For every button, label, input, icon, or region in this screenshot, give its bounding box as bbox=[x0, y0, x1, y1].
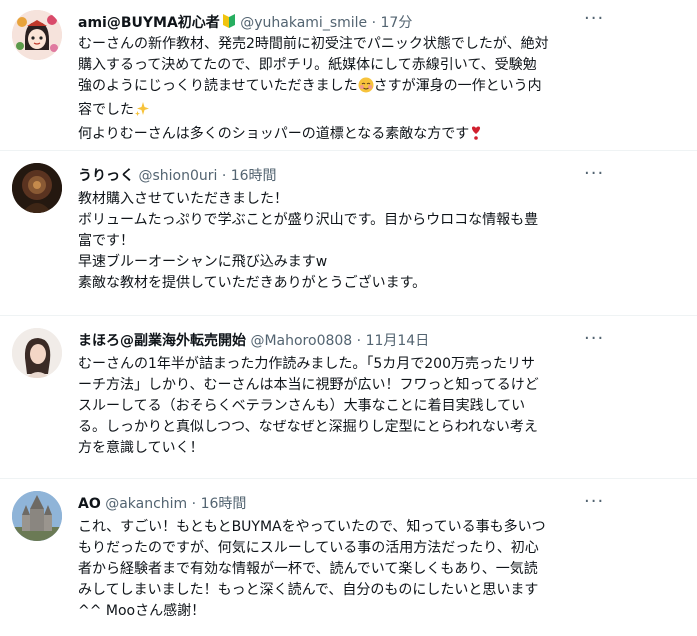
tweet-1[interactable]: ami@BUYMA初心者 @yuhakami_smile · 17分 ··· む… bbox=[0, 0, 697, 150]
tweet-line: 教材購入させていただきました！ bbox=[78, 191, 288, 207]
timestamp[interactable]: 11月14日 bbox=[366, 333, 430, 349]
tweet-line: 何よりむーさんは多くのショッパーの道標となる素敵な方です bbox=[78, 124, 678, 148]
tweet-header: AO @akanchim · 16時間 bbox=[78, 493, 246, 513]
tweet-line: むーさんの1年半が詰まった力作読みました。「5カ月で200万売ったリサ bbox=[78, 356, 535, 372]
tweet-line: 容でした bbox=[78, 100, 678, 124]
tweet-line: ^^ Mooさん感謝！ bbox=[78, 603, 206, 619]
tweet-line: ボリュームたっぷりで学ぶことが盛り沢山です。目からウロコな情報も豊 bbox=[78, 212, 539, 228]
display-name[interactable]: AO bbox=[78, 496, 101, 512]
separator-dot: · bbox=[371, 15, 377, 31]
avatar-dark-figure-icon bbox=[12, 163, 62, 213]
tweet-line: 購入するって決めてたので、即ポチリ。紙媒体にして赤線引いて、受験勉 bbox=[78, 57, 537, 73]
tweet-line: もりだったのですが、何気にスルーしている事の活用方法だったり、初心 bbox=[78, 540, 539, 556]
separator-dot: · bbox=[356, 333, 362, 349]
tweet-line: これ、すごい！もともとBUYMAをやっていたので、知っている事も多いつ bbox=[78, 519, 546, 535]
display-name[interactable]: まほろ@副業海外転売開始 bbox=[78, 333, 246, 349]
tweet-text: むーさんの新作教材、発売2時間前に初受注でパニック状態でしたが、絶対 購入するっ… bbox=[78, 34, 678, 148]
tweet-4[interactable]: AO @akanchim · 16時間 ··· これ、すごい！もともとBUYMA… bbox=[0, 479, 697, 636]
more-options-icon[interactable]: ··· bbox=[584, 10, 604, 28]
tweet-line: る。しっかりと真似しつつ、なぜなぜと深掘りし定型にとらわれない考え bbox=[78, 419, 538, 435]
separator-dot: · bbox=[221, 168, 227, 184]
tweet-line: 方を意識していく！ bbox=[78, 440, 204, 456]
handle[interactable]: @Mahoro0808 bbox=[250, 333, 352, 349]
more-options-icon[interactable]: ··· bbox=[584, 493, 604, 511]
heart-exclamation-icon bbox=[469, 125, 483, 148]
avatar[interactable] bbox=[12, 328, 62, 378]
display-name[interactable]: ami@BUYMA初心者 bbox=[78, 15, 220, 31]
tweet-header: うりっく @shion0uri · 16時間 bbox=[78, 165, 277, 185]
tweet-line: ーチ方法」しかり、むーさんは本当に視野が広い！フワっと知ってるけど bbox=[78, 377, 539, 393]
tweet-line: スルーしてる（おそらくベテランさんも）大事なことに着目実践してい bbox=[78, 398, 526, 414]
beginner-badge-icon bbox=[222, 13, 236, 33]
timestamp[interactable]: 16時間 bbox=[231, 168, 277, 184]
handle[interactable]: @shion0uri bbox=[138, 168, 217, 184]
timestamp[interactable]: 16時間 bbox=[201, 496, 247, 512]
tweet-line: 素敵な教材を提供していただきありがとうございます。 bbox=[78, 275, 427, 291]
tweet-line: 強のようにじっくり読ませていただきました さすが渾身の一作という内 bbox=[78, 76, 678, 100]
tweet-text: これ、すごい！もともとBUYMAをやっていたので、知っている事も多いつ もりだっ… bbox=[78, 517, 678, 622]
avatar-portrait-icon bbox=[12, 328, 62, 378]
tweet-header: まほろ@副業海外転売開始 @Mahoro0808 · 11月14日 bbox=[78, 330, 429, 350]
tweet-line: 早速ブルーオーシャンに飛び込みますw bbox=[78, 254, 328, 270]
tweet-header: ami@BUYMA初心者 @yuhakami_smile · 17分 bbox=[78, 12, 412, 32]
blushing-face-icon bbox=[358, 77, 374, 100]
tweet-text: むーさんの1年半が詰まった力作読みました。「5カ月で200万売ったリサ ーチ方法… bbox=[78, 354, 678, 459]
more-options-icon[interactable]: ··· bbox=[584, 330, 604, 348]
avatar[interactable] bbox=[12, 491, 62, 541]
display-name[interactable]: うりっく bbox=[78, 168, 134, 184]
avatar[interactable] bbox=[12, 10, 62, 60]
tweet-line: 者から経験者まで有効な情報が一杯で、読んでいて楽しくもあり、一気読 bbox=[78, 561, 538, 577]
tweet-line: みしてしまいました！もっと深く読んで、自分のものにしたいと思います bbox=[78, 582, 539, 598]
avatar-cathedral-icon bbox=[12, 491, 62, 541]
tweet-line: むーさんの新作教材、発売2時間前に初受注でパニック状態でしたが、絶対 bbox=[78, 36, 549, 52]
timestamp[interactable]: 17分 bbox=[381, 15, 413, 31]
avatar-cartoon-icon bbox=[12, 10, 62, 60]
more-options-icon[interactable]: ··· bbox=[584, 165, 604, 183]
tweet-text: 教材購入させていただきました！ ボリュームたっぷりで学ぶことが盛り沢山です。目か… bbox=[78, 189, 678, 294]
avatar[interactable] bbox=[12, 163, 62, 213]
tweet-line: 富です！ bbox=[78, 233, 134, 249]
handle[interactable]: @akanchim bbox=[105, 496, 187, 512]
tweet-2[interactable]: うりっく @shion0uri · 16時間 ··· 教材購入させていただきまし… bbox=[0, 151, 697, 315]
tweet-3[interactable]: まほろ@副業海外転売開始 @Mahoro0808 · 11月14日 ··· むー… bbox=[0, 316, 697, 478]
handle[interactable]: @yuhakami_smile bbox=[240, 15, 367, 31]
separator-dot: · bbox=[191, 496, 197, 512]
sparkles-icon bbox=[134, 101, 150, 124]
